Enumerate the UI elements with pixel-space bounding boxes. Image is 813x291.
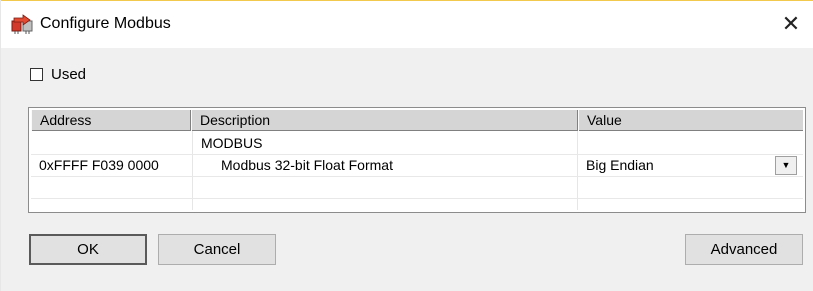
window-title: Configure Modbus [40, 15, 171, 32]
cancel-button[interactable]: Cancel [158, 234, 276, 265]
advanced-button[interactable]: Advanced [685, 234, 803, 265]
close-icon: ✕ [781, 11, 801, 36]
column-header-description[interactable]: Description [191, 110, 578, 131]
used-checkbox[interactable] [30, 68, 43, 81]
address-cell [31, 177, 191, 198]
description-cell: Modbus 32-bit Float Format [221, 157, 393, 173]
configure-modbus-dialog: Configure Modbus ✕ Used Address Descript… [0, 0, 813, 291]
property-grid: Address Description Value MODBUS 0xFFFF … [28, 107, 806, 213]
grid-row-empty[interactable] [31, 177, 803, 199]
dropdown-button[interactable]: ▼ [775, 156, 797, 175]
column-header-value[interactable]: Value [578, 110, 803, 131]
chevron-down-icon: ▼ [781, 160, 791, 170]
dialog-body: Used Address Description Value MODBUS 0x… [1, 48, 813, 291]
grid-row-float-format[interactable]: 0xFFFF F039 0000 Modbus 32-bit Float For… [31, 155, 803, 177]
used-checkbox-row: Used [30, 66, 86, 83]
ok-button[interactable]: OK [29, 234, 147, 265]
modbus-connector-icon [11, 14, 33, 34]
value-select-text: Big Endian [586, 157, 654, 173]
grid-row-group[interactable]: MODBUS [31, 133, 803, 155]
description-cell [193, 177, 578, 198]
grid-header: Address Description Value [31, 110, 803, 131]
value-cell [578, 177, 803, 198]
title-bar: Configure Modbus ✕ [1, 0, 813, 48]
column-header-address[interactable]: Address [31, 110, 191, 131]
close-button[interactable]: ✕ [768, 1, 813, 47]
used-checkbox-label[interactable]: Used [51, 66, 86, 83]
address-cell: 0xFFFF F039 0000 [39, 157, 159, 173]
description-cell: MODBUS [201, 135, 263, 151]
address-cell [31, 133, 191, 154]
value-cell [578, 133, 803, 154]
value-select[interactable]: Big Endian ▼ [578, 155, 803, 176]
